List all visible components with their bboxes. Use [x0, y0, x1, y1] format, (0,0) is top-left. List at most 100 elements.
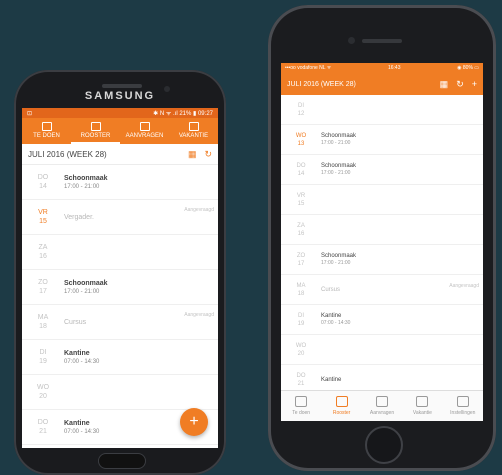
status-badge: Aangevraagd	[184, 312, 214, 318]
date: 21	[297, 380, 305, 387]
list-item[interactable]: MA 18 Cursus Aangevraagd	[22, 305, 218, 340]
calendar-icon[interactable]: ▦	[188, 149, 197, 160]
shift-title: Kantine	[321, 313, 342, 319]
iphone: •••oo vodafone NL ᯤ 16:43 ◉ 80% ▭ JULI 2…	[268, 5, 496, 471]
plus-box-icon	[376, 396, 389, 407]
tab-aanvragen[interactable]: AANVRAGEN	[120, 118, 169, 144]
list-item[interactable]: ZO 17 Schoonmaak 17:00 - 21:00	[22, 270, 218, 305]
umbrella-icon	[416, 396, 429, 407]
shift-time: 17:00 - 21:00	[321, 170, 351, 176]
home-button[interactable]	[98, 453, 146, 469]
tab-te-doen[interactable]: TE DOEN	[22, 118, 71, 144]
checklist-icon	[295, 396, 308, 407]
shift-title: Cursus	[321, 286, 341, 293]
plus-box-icon	[139, 121, 150, 131]
status-badge: Aangevraagd	[184, 207, 214, 213]
calendar-icon	[90, 121, 101, 131]
date: 14	[297, 170, 305, 177]
shift-title: Schoonmaak	[321, 163, 357, 169]
shift-title: Schoonmaak	[64, 279, 108, 287]
tab-label: VAKANTIE	[178, 132, 209, 139]
list-item[interactable]: DO 14 Schoonmaak 17:00 - 21:00	[22, 165, 218, 200]
calendar-icon	[335, 396, 348, 407]
list-item[interactable]: VR 15	[281, 185, 483, 215]
refresh-icon[interactable]: ↻	[456, 79, 464, 90]
day: DO	[37, 419, 49, 426]
battery: ◉ 80% ▭	[457, 65, 479, 71]
status-badge: Aangevraagd	[449, 283, 479, 289]
status-bar: ⊡ ✱ N ᯤ .ıl 21% ▮ 09:27	[22, 108, 218, 118]
shift-title: Schoonmaak	[64, 174, 108, 182]
list-item[interactable]: WO 13 Schoonmaak 17:00 - 21:00	[281, 125, 483, 155]
tab-instellingen[interactable]: Instellingen	[443, 391, 483, 421]
samsung-phone: SAMSUNG ⊡ ✱ N ᯤ .ıl 21% ▮ 09:27 TE DOEN …	[14, 70, 226, 475]
tab-label: ROOSTER	[80, 132, 111, 139]
tab-label: Instellingen	[450, 410, 476, 416]
checklist-icon	[41, 121, 52, 131]
list-item[interactable]: DO 14 Schoonmaak 17:00 - 21:00	[281, 155, 483, 185]
day: DO	[296, 162, 306, 169]
tab-vakantie[interactable]: Vakantie	[402, 391, 442, 421]
date: 16	[297, 230, 305, 237]
nav-bar: JULI 2016 (WEEK 28) ▦ ↻ +	[281, 73, 483, 95]
date: 20	[39, 393, 47, 400]
tab-label: Aanvragen	[369, 410, 395, 416]
list-item[interactable]: WO 20	[281, 335, 483, 365]
day: DO	[296, 372, 306, 379]
tab-label: Te doen	[292, 410, 311, 416]
list-item[interactable]: MA 18 Cursus Aangevraagd	[281, 275, 483, 305]
status-right: ✱ N ᯤ .ıl 21% ▮ 09:27	[153, 111, 213, 117]
day: MA	[296, 282, 306, 289]
tab-rooster[interactable]: ROOSTER	[71, 118, 120, 144]
date: 18	[297, 290, 305, 297]
date: 20	[297, 350, 305, 357]
day: DI	[298, 312, 304, 319]
shift-title: Kantine	[321, 376, 342, 383]
shift-title: Schoonmaak	[321, 253, 357, 259]
list-item[interactable]: WO 20	[22, 375, 218, 410]
date: 18	[39, 323, 47, 330]
list-item[interactable]: VR 15 Vergader. Aangevraagd	[22, 200, 218, 235]
date: 15	[39, 218, 47, 225]
date: 13	[297, 140, 305, 147]
front-camera	[348, 37, 355, 44]
calendar-icon[interactable]: ▦	[440, 79, 449, 90]
day: ZA	[297, 222, 305, 229]
shift-time: 17:00 - 21:00	[64, 183, 100, 190]
sliders-icon	[456, 396, 469, 407]
speaker-grille	[102, 84, 142, 88]
day: DI	[298, 102, 304, 109]
shift-time: 17:00 - 21:00	[321, 260, 351, 266]
tab-aanvragen[interactable]: Aanvragen	[362, 391, 402, 421]
day: VR	[296, 192, 306, 199]
list-item[interactable]: DI 19 Kantine 07:00 - 14:30	[22, 340, 218, 375]
day: DO	[37, 174, 49, 181]
tab-rooster[interactable]: Rooster	[321, 391, 361, 421]
list-item[interactable]: ZO 17 Schoonmaak 17:00 - 21:00	[281, 245, 483, 275]
list-item[interactable]: DI 12	[281, 95, 483, 125]
add-icon[interactable]: +	[472, 79, 477, 90]
week-title: JULI 2016 (WEEK 28)	[28, 149, 107, 159]
list-item[interactable]: DI 19 Kantine 07:00 - 14:30	[281, 305, 483, 335]
week-header: JULI 2016 (WEEK 28) ▦ ↻	[22, 144, 218, 165]
date: 16	[39, 253, 47, 260]
status-bar: •••oo vodafone NL ᯤ 16:43 ◉ 80% ▭	[281, 63, 483, 73]
shift-time: 07:00 - 14:30	[64, 358, 100, 365]
date: 19	[39, 358, 47, 365]
day: WO	[36, 384, 50, 391]
date: 12	[297, 110, 305, 117]
list-item[interactable]: ZA 16	[22, 235, 218, 270]
tab-vakantie[interactable]: VAKANTIE	[169, 118, 218, 144]
carrier: •••oo vodafone NL ᯤ	[285, 65, 332, 71]
date: 21	[39, 428, 47, 435]
refresh-icon[interactable]: ↻	[204, 149, 212, 160]
date: 17	[39, 288, 47, 295]
home-button[interactable]	[365, 426, 403, 464]
add-button[interactable]: +	[180, 408, 208, 436]
tab-te-doen[interactable]: Te doen	[281, 391, 321, 421]
ios-screen: •••oo vodafone NL ᯤ 16:43 ◉ 80% ▭ JULI 2…	[281, 63, 483, 421]
shift-time: 17:00 - 21:00	[64, 288, 100, 295]
day: DI	[39, 349, 47, 356]
day: MA	[37, 314, 49, 321]
list-item[interactable]: ZA 16	[281, 215, 483, 245]
